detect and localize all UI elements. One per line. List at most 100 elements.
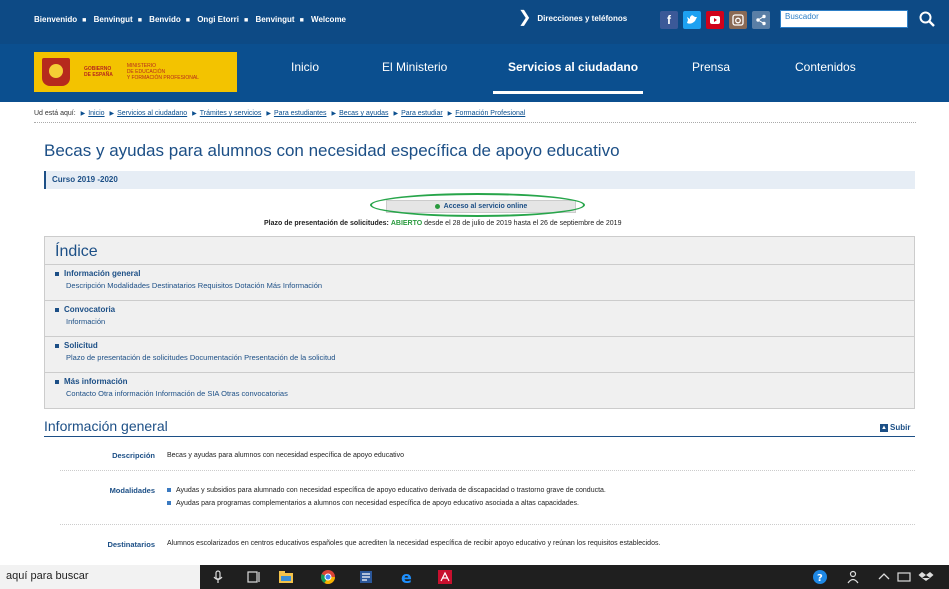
youtube-icon[interactable] — [706, 11, 724, 29]
breadcrumb-item[interactable]: Para estudiantes — [274, 110, 327, 117]
instagram-icon[interactable] — [729, 11, 747, 29]
index-section-title[interactable]: Solicitud — [55, 341, 98, 350]
index-section: Solicitud Plazo de presentación de solic… — [45, 336, 914, 373]
language-selector: Bienvenido ■ Benvingut ■ Benvido ■ Ongi Eto… — [34, 15, 346, 24]
index-link[interactable]: Otra información — [98, 389, 153, 398]
lang-ca[interactable]: Benvingut — [94, 15, 133, 24]
index-links: Contacto Otra información Información de… — [66, 389, 288, 398]
arrow-right-icon: ▶ — [80, 111, 86, 117]
taskbar-search[interactable]: aquí para buscar — [0, 565, 200, 589]
svg-text:?: ? — [817, 573, 823, 584]
index-link[interactable]: Requisitos — [198, 281, 233, 290]
svg-text:e: e — [401, 569, 412, 585]
index-links: Información — [66, 317, 105, 326]
lang-eu[interactable]: Ongi Etorri — [197, 15, 239, 24]
lang-es[interactable]: Bienvenido — [34, 15, 77, 24]
list-item-text: Ayudas para programas complementarios a … — [176, 500, 580, 507]
index-section-label: Solicitud — [64, 341, 98, 350]
row-label: Modalidades — [109, 486, 155, 495]
index-links: Plazo de presentación de solicitudes Doc… — [66, 353, 335, 362]
index-section-label: Información general — [64, 269, 141, 278]
logo-gov-text: GOBIERNO DE ESPAÑA — [84, 66, 113, 78]
taskbar-search-text: aquí para buscar — [6, 570, 89, 582]
twitter-icon[interactable] — [683, 11, 701, 29]
separator: ■ — [137, 17, 142, 24]
row-label: Descripción — [112, 451, 155, 460]
index-section-title[interactable]: Más información — [55, 377, 128, 386]
search-placeholder: Buscador — [785, 12, 819, 21]
help-icon[interactable]: ? — [812, 569, 828, 585]
index-link[interactable]: Modalidades — [107, 281, 150, 290]
index-section-title[interactable]: Información general — [55, 269, 140, 278]
scroll-top-label: Subir — [890, 423, 911, 432]
index-section: Convocatoria Información — [45, 300, 914, 337]
bullet-icon — [55, 343, 59, 348]
logo-ministry-text: MINISTERIO DE EDUCACIÓN Y FORMACIÓN PROF… — [127, 63, 199, 81]
coat-of-arms-icon — [42, 58, 70, 86]
lang-gl[interactable]: Benvido — [149, 15, 181, 24]
separator: ■ — [243, 17, 249, 24]
index-link[interactable]: Descripción — [66, 281, 105, 290]
index-link[interactable]: Información — [66, 317, 105, 326]
nav-contenidos[interactable]: Contenidos — [795, 60, 856, 74]
scroll-top-link[interactable]: ▲ Subir — [880, 423, 910, 432]
edge-icon[interactable]: e — [399, 569, 415, 585]
curso-bar: Curso 2019 -2020 — [44, 171, 915, 189]
search-icon — [919, 11, 935, 27]
nav-prensa[interactable]: Prensa — [692, 60, 730, 74]
separator: ■ — [299, 17, 304, 24]
index-link[interactable]: Más Información — [267, 281, 322, 290]
chevron-up-icon[interactable] — [876, 569, 892, 585]
microphone-icon[interactable] — [210, 569, 226, 585]
index-link[interactable]: Otras convocatorias — [221, 389, 288, 398]
breadcrumb-item[interactable]: Trámites y servicios — [200, 110, 262, 117]
arrow-right-icon: ▶ — [447, 111, 453, 117]
nav-el-ministerio[interactable]: El Ministerio — [382, 60, 447, 74]
bullet-icon — [55, 379, 59, 384]
directions-link[interactable]: ❯ Direcciones y teléfonos — [518, 10, 627, 26]
index-link[interactable]: Destinatarios — [152, 281, 196, 290]
divider — [44, 436, 915, 437]
index-link[interactable]: Dotación — [235, 281, 265, 290]
breadcrumb-item[interactable]: Para estudiar — [401, 110, 443, 117]
dropbox-icon[interactable] — [918, 569, 934, 585]
separator: ■ — [185, 17, 190, 24]
search-button[interactable] — [912, 6, 942, 32]
index-link[interactable]: Documentación — [190, 353, 242, 362]
nav-servicios-ciudadano[interactable]: Servicios al ciudadano — [508, 60, 638, 74]
chrome-icon[interactable] — [320, 569, 336, 585]
lang-en[interactable]: Welcome — [311, 15, 346, 24]
list-item: Ayudas y subsidios para alumnado con nec… — [167, 487, 606, 494]
task-view-icon[interactable] — [246, 569, 262, 585]
index-link[interactable]: Plazo de presentación de solicitudes — [66, 353, 188, 362]
breadcrumb-item[interactable]: Becas y ayudas — [339, 110, 388, 117]
notes-app-icon[interactable] — [358, 569, 374, 585]
breadcrumb-item[interactable]: Inicio — [88, 110, 104, 117]
file-explorer-icon[interactable] — [278, 569, 294, 585]
index-link[interactable]: Presentación de la solicitud — [244, 353, 335, 362]
nav-inicio[interactable]: Inicio — [291, 60, 319, 74]
index-link[interactable]: Información de SIA — [156, 389, 219, 398]
arrow-right-icon: ▶ — [393, 111, 399, 117]
breadcrumb-item[interactable]: Servicios al ciudadano — [117, 110, 187, 117]
bullet-icon — [55, 271, 59, 276]
search-input[interactable]: Buscador — [780, 10, 908, 28]
ministry-logo[interactable]: GOBIERNO DE ESPAÑA MINISTERIO DE EDUCACI… — [34, 52, 237, 92]
lang-va[interactable]: Benvingut — [255, 15, 294, 24]
network-icon[interactable] — [896, 569, 912, 585]
breadcrumb: Ud está aquí: ▶ Inicio ▶ Servicios al ciud… — [34, 110, 525, 117]
row-value: Alumnos escolarizados en centros educati… — [167, 540, 661, 547]
separator: ■ — [82, 17, 87, 24]
people-icon[interactable] — [846, 569, 862, 585]
bullet-icon — [55, 307, 59, 312]
divider — [60, 470, 915, 471]
breadcrumb-item[interactable]: Formación Profesional — [455, 110, 525, 117]
share-icon[interactable] — [752, 11, 770, 29]
acrobat-icon[interactable] — [437, 569, 453, 585]
index-section-label: Más información — [64, 377, 128, 386]
index-link[interactable]: Contacto — [66, 389, 96, 398]
page-title: Becas y ayudas para alumnos con necesida… — [44, 141, 620, 160]
facebook-icon[interactable]: f — [660, 11, 678, 29]
divider — [34, 122, 916, 123]
index-section-title[interactable]: Convocatoria — [55, 305, 115, 314]
